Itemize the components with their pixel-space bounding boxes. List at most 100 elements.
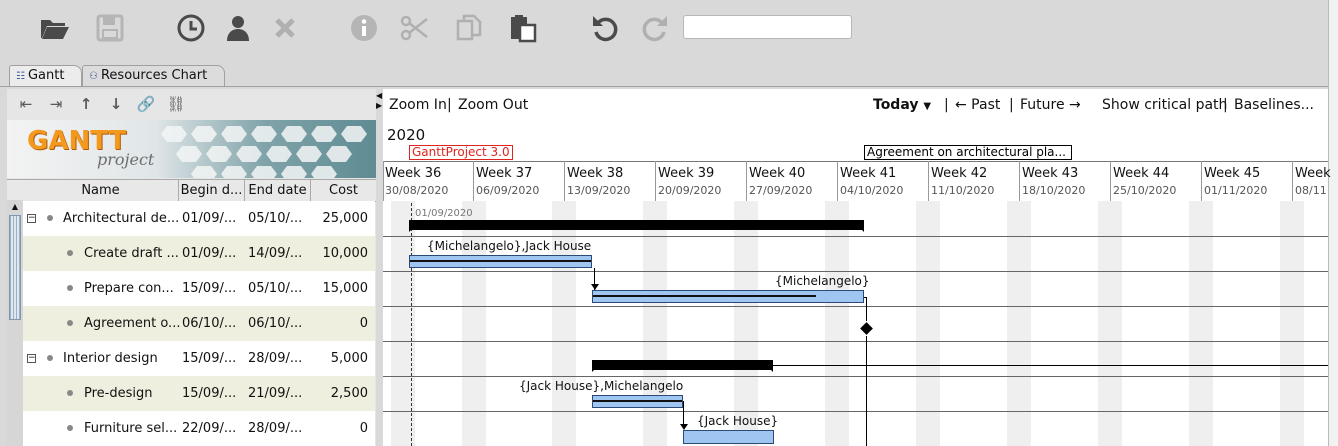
hexagon-pattern (161, 126, 367, 178)
splitter-arrow-icon[interactable]: ▶ (376, 101, 382, 110)
summary-end-left (409, 226, 415, 232)
dependency-line (683, 401, 684, 425)
collapse-toggle-icon[interactable]: − (27, 214, 36, 223)
today-dropdown[interactable]: Today ▼ (873, 97, 931, 113)
zoom-out-link[interactable]: Zoom Out (458, 97, 528, 113)
week-divider (655, 161, 656, 201)
task-begin: 15/09/... (182, 281, 237, 296)
scroll-up-arrow-icon[interactable]: ▲ (9, 201, 21, 213)
summary-bar-interior[interactable] (592, 360, 773, 370)
move-up-icon[interactable]: ↑ (75, 93, 97, 115)
column-header-end[interactable]: End date (245, 180, 311, 201)
row-separator (383, 341, 1328, 342)
splitter-arrow-icon[interactable]: ◀ (376, 91, 382, 100)
row-separator (383, 376, 1328, 377)
table-row[interactable]: Prepare con... 15/09/... 05/10/... 15,00… (23, 271, 375, 306)
info-icon[interactable] (348, 12, 380, 44)
task-end: 28/09/... (248, 351, 303, 366)
weekend-shade (1189, 201, 1213, 446)
table-row[interactable]: Pre-design 15/09/... 21/09/... 2,500 (23, 376, 375, 411)
tab-gantt[interactable]: ☷ Gantt (9, 65, 82, 87)
row-separator (383, 306, 1328, 307)
task-bullet-icon (67, 320, 73, 326)
cut-icon[interactable] (398, 12, 430, 44)
summary-end-right (767, 366, 773, 372)
logo-sub: project (97, 150, 155, 169)
redo-icon[interactable] (639, 12, 671, 44)
indent-icon[interactable]: ⇥ (45, 93, 67, 115)
week-divider (837, 161, 838, 201)
row-separator (383, 271, 1328, 272)
task-bar-furniture[interactable] (683, 430, 774, 444)
milestone-marker-project[interactable]: GanttProject 3.0 (409, 145, 513, 160)
paste-icon[interactable] (507, 12, 539, 44)
history-icon[interactable] (175, 12, 207, 44)
column-header-name[interactable]: Name (23, 180, 179, 201)
task-name: Architectural de... (63, 211, 179, 226)
delete-icon[interactable] (269, 12, 301, 44)
save-icon[interactable] (94, 12, 126, 44)
tab-resources-label: Resources Chart (100, 68, 208, 83)
table-row[interactable]: − Interior design 15/09/... 28/09/... 5,… (23, 341, 375, 376)
task-name: Prepare con... (84, 281, 174, 296)
week-date: 30/08/2020 (385, 184, 449, 197)
main-toolbar (0, 0, 1338, 58)
week-date: 20/09/2020 (658, 184, 722, 197)
table-row[interactable]: − Architectural de... 01/09/... 05/10/..… (23, 201, 375, 236)
past-link[interactable]: ← Past (955, 97, 1000, 113)
column-header-cost[interactable]: Cost (311, 180, 376, 201)
task-bullet-icon (47, 355, 53, 361)
week-divider (1201, 161, 1202, 201)
task-cost: 5,000 (330, 351, 368, 366)
copy-icon[interactable] (453, 12, 485, 44)
resource-label: {Michelangelo} (775, 274, 870, 288)
collapse-toggle-icon[interactable]: − (27, 354, 36, 363)
table-row[interactable]: Furniture sel... 22/09/... 28/09/... 0 (23, 411, 375, 446)
tab-gantt-label: Gantt (27, 68, 65, 83)
table-row[interactable]: Agreement o... 06/10/... 06/10/... 0 (23, 306, 375, 341)
dependency-line (866, 297, 867, 321)
undo-icon[interactable] (589, 12, 621, 44)
week-date: 25/10/2020 (1113, 184, 1177, 197)
summary-end-right (858, 226, 864, 232)
week-divider (564, 161, 565, 201)
week-label: Week 39 (658, 166, 715, 181)
weekend-shade (916, 201, 940, 446)
milestone-marker-agreement[interactable]: Agreement on architectural pla... (864, 145, 1072, 160)
table-row[interactable]: Create draft ... 01/09/... 14/09/... 10,… (23, 236, 375, 271)
task-bullet-icon (67, 250, 73, 256)
search-input[interactable] (683, 15, 852, 39)
toolbar-separator: | (447, 97, 452, 113)
today-label: 01/09/2020 (415, 208, 473, 219)
unlink-icon[interactable]: ⛓ (165, 93, 187, 115)
resource-label: {Jack House} (697, 414, 779, 428)
week-date: 08/11 (1295, 184, 1327, 197)
task-bullet-icon (67, 285, 73, 291)
summary-bar-architectural[interactable] (409, 220, 864, 230)
baselines-link[interactable]: Baselines... (1234, 97, 1314, 113)
critical-path-link[interactable]: Show critical path (1102, 97, 1227, 113)
toolbar-separator: | (1009, 97, 1014, 113)
weekend-shade (1280, 201, 1304, 446)
resource-label: {Michelangelo},Jack House (427, 239, 592, 253)
task-name: Agreement o... (84, 316, 180, 331)
task-progress (410, 260, 591, 262)
task-end: 14/09/... (248, 246, 303, 261)
task-cost: 25,000 (322, 211, 369, 226)
outdent-icon[interactable]: ⇤ (15, 93, 37, 115)
panel-splitter[interactable]: ◀ ▶ (376, 89, 383, 446)
week-label: Week 45 (1204, 166, 1261, 181)
tab-resources-chart[interactable]: ⚇ Resources Chart (82, 65, 225, 87)
task-table-header: Name Begin d... End date Cost (7, 179, 376, 202)
open-folder-icon[interactable] (38, 12, 70, 44)
column-header-begin[interactable]: Begin d... (179, 180, 245, 201)
scroll-thumb[interactable] (9, 215, 21, 320)
task-name: Interior design (63, 351, 158, 366)
future-link[interactable]: Future → (1020, 97, 1081, 113)
task-end: 05/10/... (248, 281, 303, 296)
zoom-in-link[interactable]: Zoom In (389, 97, 447, 113)
user-icon[interactable] (222, 12, 254, 44)
link-icon[interactable]: 🔗 (135, 93, 157, 115)
move-down-icon[interactable]: ↓ (105, 93, 127, 115)
week-label: Week 37 (476, 166, 533, 181)
